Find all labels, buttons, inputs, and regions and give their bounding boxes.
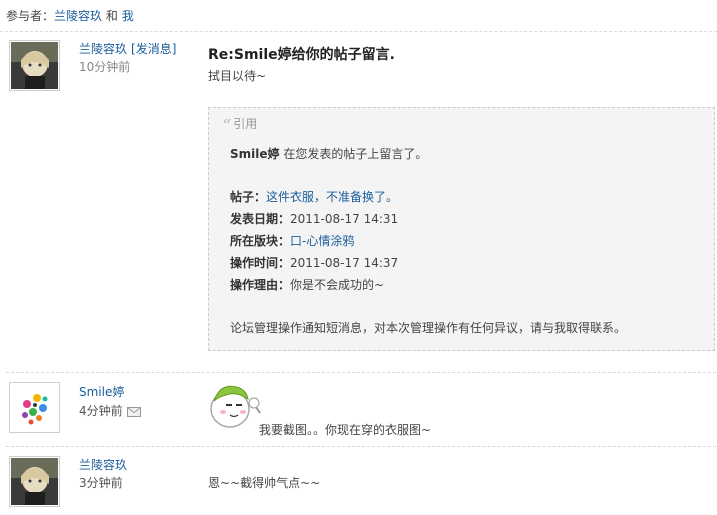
quote-mark-icon: “ [222, 116, 232, 137]
quote-reason-value: 你是不会成功的~ [290, 278, 385, 292]
author-name-text[interactable]: 兰陵容玖 [79, 42, 127, 56]
avatar-image-icon [11, 42, 58, 89]
avatar-image-icon [11, 458, 58, 505]
quote-reason-label: 操作理由： [230, 278, 291, 292]
quote-notice: 论坛管理操作通知短消息，对本次管理操作有任何异议，请与我取得联系。 [230, 321, 627, 335]
quote-optime-value: 2011-08-17 14:37 [290, 256, 399, 270]
quote-post-link[interactable]: 这件衣服，不准备换了。 [266, 190, 398, 204]
message-time: 3分钟前 [79, 476, 123, 490]
quote-intro-name: Smile婷 [230, 147, 280, 161]
message-subject: Re:Smile婷给你的帖子留言. [208, 47, 395, 63]
avatar[interactable] [9, 382, 60, 433]
message-divider [6, 446, 716, 447]
participants-conjunction: 和 [105, 9, 118, 23]
quote-header-text: 引用 [233, 117, 258, 131]
quote-date-row: 发表日期：2011-08-17 14:31 [230, 210, 398, 227]
message-body: 恩~~截得帅气点~~ [208, 476, 321, 490]
quote-post-row: 帖子：这件衣服，不准备换了。 [230, 188, 398, 205]
message-time: 4分钟前 [79, 404, 123, 418]
quote-board-label: 所在版块： [230, 234, 291, 248]
envelope-icon[interactable] [126, 407, 141, 417]
top-divider [0, 31, 717, 32]
quote-optime-label: 操作时间： [230, 256, 291, 270]
author-name[interactable]: 兰陵容玖 [发消息] [79, 40, 176, 57]
quote-header: “引用 [222, 115, 257, 137]
message-body: 我要截图。。你现在穿的衣服图~ [259, 423, 432, 437]
quote-block: “引用 Smile婷 在您发表的帖子上留言了。 帖子：这件衣服，不准备换了。 发… [208, 107, 715, 351]
message-body: 拭目以待~ [208, 69, 267, 83]
avatar[interactable] [9, 456, 60, 507]
emoticon-icon [210, 385, 261, 428]
message-divider [6, 372, 716, 373]
quote-post-label: 帖子： [230, 190, 267, 204]
quote-date-label: 发表日期： [230, 212, 291, 226]
quote-optime-row: 操作时间：2011-08-17 14:37 [230, 254, 398, 271]
participant-link-lanling[interactable]: 兰陵容玖 [54, 9, 102, 23]
quote-board-row: 所在版块：口-心情涂鸦 [230, 232, 354, 249]
quote-reason-row: 操作理由：你是不会成功的~ [230, 276, 384, 293]
author-name[interactable]: Smile婷 [79, 383, 124, 400]
quote-intro-text: 在您发表的帖子上留言了。 [283, 147, 428, 161]
participants-bar: 参与者：兰陵容玖 和 我 [6, 7, 134, 24]
send-message-link[interactable]: [发消息] [131, 42, 176, 56]
avatar[interactable] [9, 40, 60, 91]
participants-label: 参与者： [6, 9, 55, 23]
message-time: 10分钟前 [79, 60, 131, 74]
avatar-image-icon [11, 384, 58, 431]
author-name[interactable]: 兰陵容玖 [79, 456, 127, 473]
quote-intro: Smile婷 在您发表的帖子上留言了。 [230, 145, 427, 162]
participant-link-me[interactable]: 我 [122, 9, 134, 23]
message-time-row: 4分钟前 [79, 402, 141, 419]
quote-board-link[interactable]: 口-心情涂鸦 [290, 234, 354, 248]
quote-date-value: 2011-08-17 14:31 [290, 212, 399, 226]
